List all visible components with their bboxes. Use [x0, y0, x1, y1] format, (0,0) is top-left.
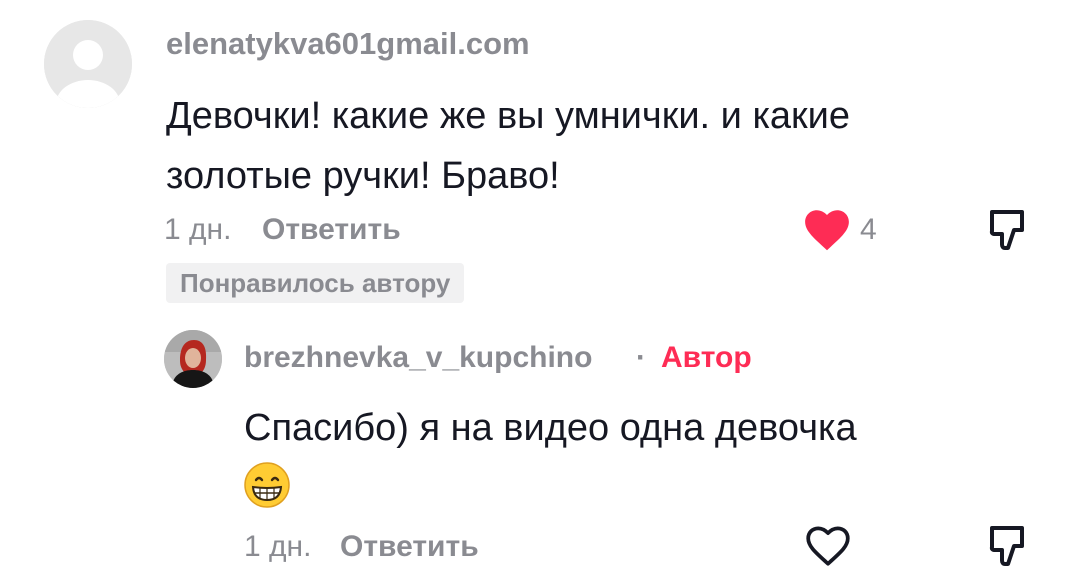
avatar-brezhnevka[interactable]: [164, 330, 222, 388]
reply-date: 1 дн.: [244, 530, 312, 563]
reply-text: Спасибо) я на видео одна девочка: [244, 407, 857, 449]
heart-filled-icon: [805, 210, 849, 251]
comment-reply-button[interactable]: Ответить: [262, 213, 401, 247]
comment-text-line-1: Девочки! какие же вы умнички. и какие: [166, 95, 851, 137]
comment-like-count: 4: [860, 213, 877, 246]
reply-username[interactable]: brezhnevka_v_kupchino: [244, 341, 592, 375]
comment-text-line-2: золотые ручки! Браво!: [166, 155, 560, 197]
grinning-face-emoji-icon: [244, 462, 290, 508]
heart-outline-icon: [806, 526, 850, 566]
comment-like-button[interactable]: [802, 206, 852, 257]
thumbs-down-icon: [989, 526, 1024, 566]
comment-date: 1 дн.: [164, 213, 232, 246]
reply-reply-button[interactable]: Ответить: [340, 530, 479, 564]
reply-dislike-button[interactable]: [988, 524, 1028, 573]
liked-by-author-badge: Понравилось автору: [166, 263, 465, 303]
default-avatar-icon: [44, 20, 132, 108]
reply-separator-dot: ·: [636, 341, 646, 374]
reply-like-button[interactable]: [803, 522, 853, 573]
comment-username[interactable]: elenatykva601gmail.com: [166, 26, 530, 62]
author-tag: Автор: [661, 341, 752, 374]
comment-dislike-button[interactable]: [988, 208, 1028, 257]
thumbs-down-icon: [989, 210, 1024, 250]
avatar-elenatykva[interactable]: [44, 20, 132, 108]
user-photo-avatar: [164, 330, 222, 388]
comment-text: Девочки! какие же вы умнички. и какие зо…: [166, 86, 850, 206]
